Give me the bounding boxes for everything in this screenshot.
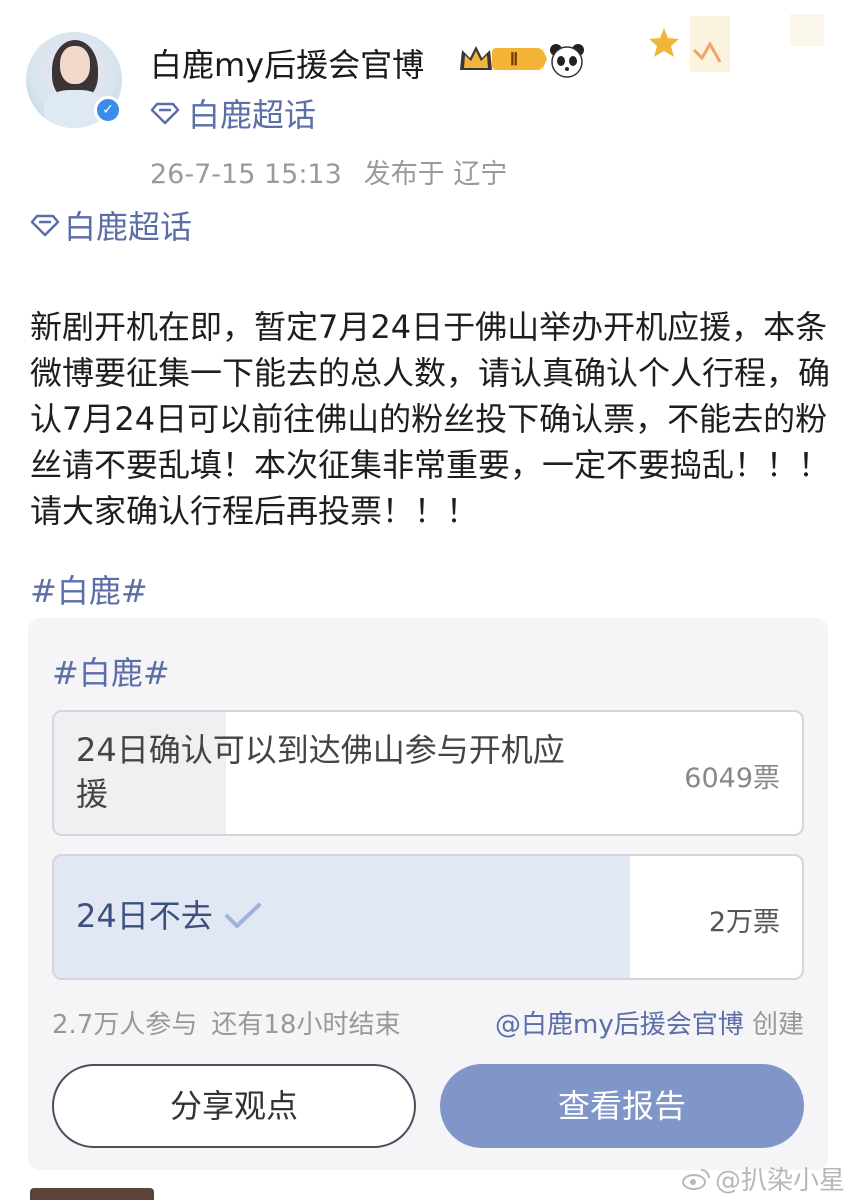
poll-creator: @白鹿my后援会官博 创建	[495, 1004, 804, 1041]
poll-footer: 2.7万人参与 还有18小时结束 @白鹿my后援会官博 创建	[52, 1004, 804, 1041]
username[interactable]: 白鹿my后援会官博	[150, 40, 424, 86]
poll-creator-link[interactable]: @白鹿my后援会官博	[495, 1010, 744, 1040]
poll-option-label: 24日不去	[76, 897, 213, 935]
decorative-sticker-blank	[790, 14, 824, 46]
poll-creator-suffix: 创建	[751, 1010, 804, 1040]
decorative-sticker-icon	[650, 16, 730, 72]
post-timestamp: 26-7-15 15:13	[150, 159, 342, 190]
panda-emoji-icon	[550, 44, 584, 78]
poll-option-2[interactable]: 24日不去 2万票	[52, 854, 804, 980]
next-post-thumbnail[interactable]	[30, 1188, 154, 1200]
supertopic-tag-label: 白鹿超话	[64, 208, 193, 246]
diamond-icon	[150, 102, 180, 125]
poll-hashtag[interactable]: #白鹿#	[52, 648, 170, 694]
view-report-button[interactable]: 查看报告	[440, 1064, 804, 1148]
poll-stats: 2.7万人参与 还有18小时结束	[52, 1004, 400, 1041]
checkmark-icon	[224, 903, 261, 928]
post-meta: 26-7-15 15:13 发布于 辽宁	[150, 152, 507, 191]
poll-participants: 2.7万人参与	[52, 1010, 198, 1040]
poll-option-label: 24日确认可以到达佛山参与开机应援	[76, 731, 565, 813]
poll-card: #白鹿# 24日确认可以到达佛山参与开机应援 6049票 24日不去 2万票 2…	[28, 618, 828, 1170]
badge-level: Ⅱ	[510, 50, 518, 69]
avatar-face	[60, 46, 90, 84]
watermark-text: @扒染小星	[714, 1166, 845, 1196]
share-opinion-button[interactable]: 分享观点	[52, 1064, 416, 1148]
fan-level-badge-icon: Ⅱ	[460, 46, 547, 70]
watermark: @扒染小星	[681, 1160, 845, 1197]
poll-option-votes: 2万票	[708, 907, 780, 938]
post-body: 新剧开机在即，暂定7月24日于佛山举办开机应援，本条微博要征集一下能去的总人数，…	[30, 308, 831, 530]
poll-option-votes: 6049票	[684, 763, 780, 794]
verified-check-icon: ✓	[94, 96, 122, 124]
weibo-logo-icon	[681, 1168, 710, 1190]
supertopic-link[interactable]: 白鹿超话	[150, 90, 316, 136]
post-location: 发布于 辽宁	[363, 159, 508, 190]
poll-option-label-wrap: 24日不去	[76, 894, 263, 938]
poll-remaining: 还有18小时结束	[211, 1010, 401, 1040]
diamond-icon	[30, 214, 60, 237]
supertopic-tag-link[interactable]: 白鹿超话	[30, 202, 192, 248]
supertopic-label: 白鹿超话	[188, 96, 317, 134]
poll-option-1[interactable]: 24日确认可以到达佛山参与开机应援 6049票	[52, 710, 804, 836]
post-hashtag[interactable]: #白鹿#	[30, 566, 148, 612]
